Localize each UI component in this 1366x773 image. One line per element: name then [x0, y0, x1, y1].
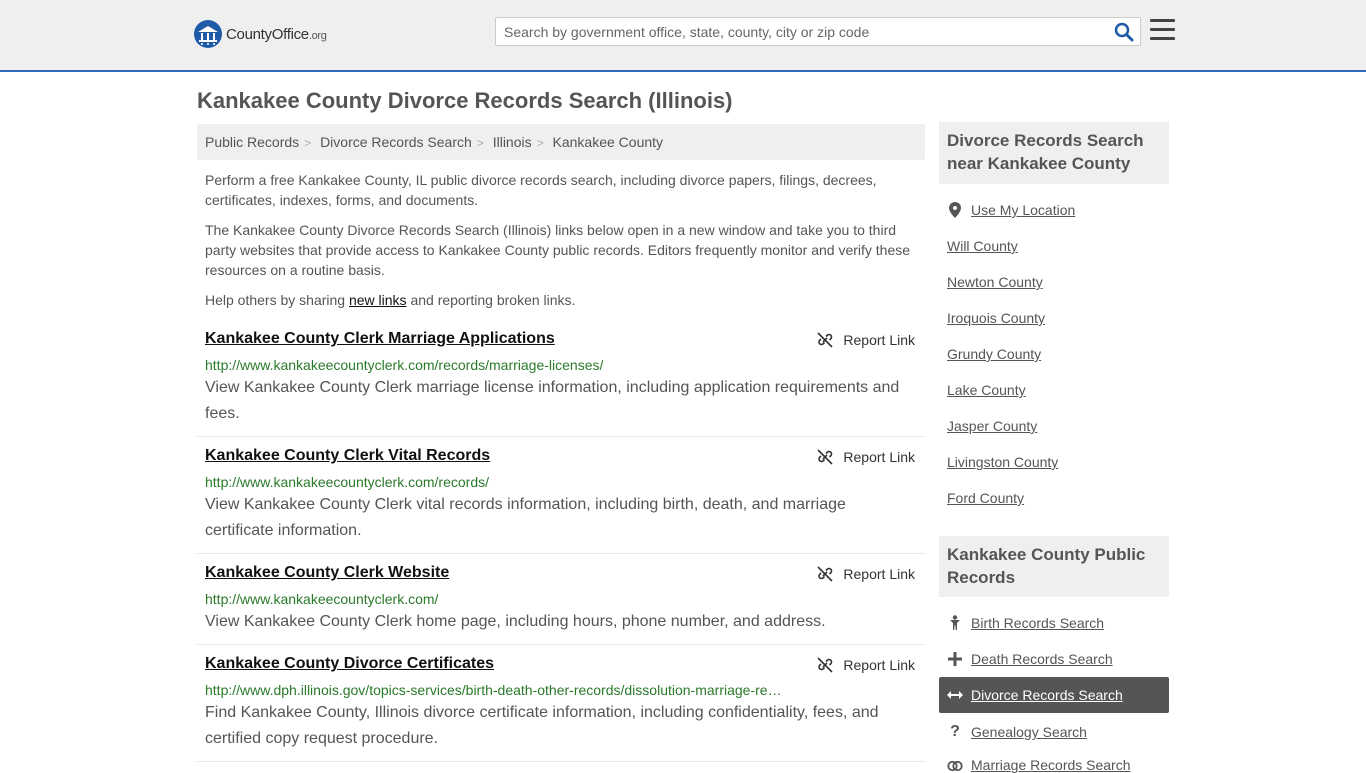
breadcrumb-public-records[interactable]: Public Records — [205, 134, 299, 150]
nearby-county-link[interactable]: Lake County — [947, 382, 1026, 398]
broken-link-icon — [817, 657, 833, 673]
record-entry: Kankakee County Clerk Vital Records Repo… — [197, 447, 925, 554]
broken-link-icon — [817, 566, 833, 582]
site-logo[interactable]: CountyOffice.org — [194, 20, 327, 48]
entry-description: View Kankakee County Clerk home page, in… — [205, 613, 826, 630]
record-entry: Kankakee County Clerk Website Report Lin… — [197, 564, 925, 645]
use-my-location-link[interactable]: Use My Location — [971, 202, 1075, 218]
broken-link-icon — [817, 449, 833, 465]
nearby-county-item: Livingston County — [947, 454, 1058, 470]
logo-badge-icon — [194, 20, 222, 48]
breadcrumb-separator: > — [476, 136, 484, 150]
intro-paragraph-1: Perform a free Kankakee County, IL publi… — [205, 172, 877, 208]
entry-title-link[interactable]: Kankakee County Clerk Website — [205, 564, 449, 582]
nearby-county-item: Ford County — [947, 490, 1024, 506]
entry-url[interactable]: http://www.kankakeecountyclerk.com/ — [205, 591, 438, 607]
cross-icon — [947, 652, 963, 666]
rings-icon — [947, 758, 963, 772]
arrows-icon — [947, 690, 963, 700]
record-entry: Kankakee County Divorce Certificates Rep… — [197, 655, 925, 762]
public-record-item: ? Genealogy Search — [947, 723, 1087, 741]
breadcrumb-illinois[interactable]: Illinois — [493, 134, 532, 150]
entry-url[interactable]: http://www.dph.illinois.gov/topics-servi… — [205, 682, 782, 698]
question-icon: ? — [950, 723, 960, 740]
search-box — [495, 17, 1141, 46]
entry-description: View Kankakee County Clerk vital records… — [205, 496, 846, 539]
entry-url[interactable]: http://www.kankakeecountyclerk.com/recor… — [205, 474, 489, 490]
page-title: Kankakee County Divorce Records Search (… — [197, 88, 733, 113]
breadcrumb-kankakee-county[interactable]: Kankakee County — [553, 134, 664, 150]
logo-text: CountyOffice.org — [226, 25, 327, 43]
divorce-records-active-item[interactable]: Divorce Records Search — [939, 677, 1169, 713]
use-location-item: Use My Location — [947, 202, 1075, 218]
nearby-county-item: Jasper County — [947, 418, 1037, 434]
nearby-county-item: Iroquois County — [947, 310, 1045, 326]
nearby-county-item: Will County — [947, 238, 1018, 254]
entry-description: View Kankakee County Clerk marriage lice… — [205, 379, 900, 422]
location-pin-icon — [947, 202, 963, 218]
report-link-button[interactable]: Report Link — [817, 566, 915, 582]
report-link-button[interactable]: Report Link — [817, 657, 915, 673]
search-icon[interactable] — [1114, 22, 1134, 42]
divorce-records-link[interactable]: Divorce Records Search — [971, 687, 1123, 703]
record-entry: Kankakee County Clerk Marriage Applicati… — [197, 330, 925, 437]
public-records-heading: Kankakee County Public Records — [939, 536, 1169, 597]
nearby-county-link[interactable]: Livingston County — [947, 454, 1058, 470]
entry-title-link[interactable]: Kankakee County Clerk Marriage Applicati… — [205, 330, 555, 348]
intro-paragraph-2: The Kankakee County Divorce Records Sear… — [205, 222, 911, 278]
nearby-county-item: Grundy County — [947, 346, 1041, 362]
breadcrumb-separator: > — [304, 136, 312, 150]
intro-paragraph-3: Help others by sharing new links and rep… — [205, 292, 576, 308]
nearby-county-item: Newton County — [947, 274, 1043, 290]
entry-url[interactable]: http://www.kankakeecountyclerk.com/recor… — [205, 357, 603, 373]
nearby-heading: Divorce Records Search near Kankakee Cou… — [939, 122, 1169, 184]
person-icon — [947, 615, 963, 631]
nearby-county-link[interactable]: Will County — [947, 238, 1018, 254]
site-header: CountyOffice.org — [0, 0, 1366, 72]
birth-records-link[interactable]: Birth Records Search — [971, 615, 1104, 631]
nearby-county-item: Lake County — [947, 382, 1026, 398]
death-records-link[interactable]: Death Records Search — [971, 651, 1113, 667]
public-record-item: Marriage Records Search — [947, 757, 1131, 773]
nearby-county-link[interactable]: Jasper County — [947, 418, 1037, 434]
public-record-item: Death Records Search — [947, 651, 1113, 667]
broken-link-icon — [817, 332, 833, 348]
report-link-button[interactable]: Report Link — [817, 449, 915, 465]
nearby-county-link[interactable]: Ford County — [947, 490, 1024, 506]
public-record-item: Birth Records Search — [947, 615, 1104, 631]
entry-title-link[interactable]: Kankakee County Divorce Certificates — [205, 655, 494, 673]
nearby-county-link[interactable]: Grundy County — [947, 346, 1041, 362]
genealogy-search-link[interactable]: Genealogy Search — [971, 724, 1087, 740]
nearby-county-link[interactable]: Iroquois County — [947, 310, 1045, 326]
new-links-link[interactable]: new links — [349, 292, 407, 308]
entry-title-link[interactable]: Kankakee County Clerk Vital Records — [205, 447, 490, 465]
hamburger-menu-icon[interactable] — [1150, 19, 1175, 41]
breadcrumb-separator: > — [536, 136, 544, 150]
report-link-button[interactable]: Report Link — [817, 332, 915, 348]
marriage-records-link[interactable]: Marriage Records Search — [971, 757, 1131, 773]
breadcrumb: Public Records > Divorce Records Search > … — [197, 124, 925, 160]
search-input[interactable] — [496, 18, 1096, 45]
nearby-county-link[interactable]: Newton County — [947, 274, 1043, 290]
breadcrumb-divorce-records[interactable]: Divorce Records Search — [320, 134, 472, 150]
entry-description: Find Kankakee County, Illinois divorce c… — [205, 704, 879, 747]
